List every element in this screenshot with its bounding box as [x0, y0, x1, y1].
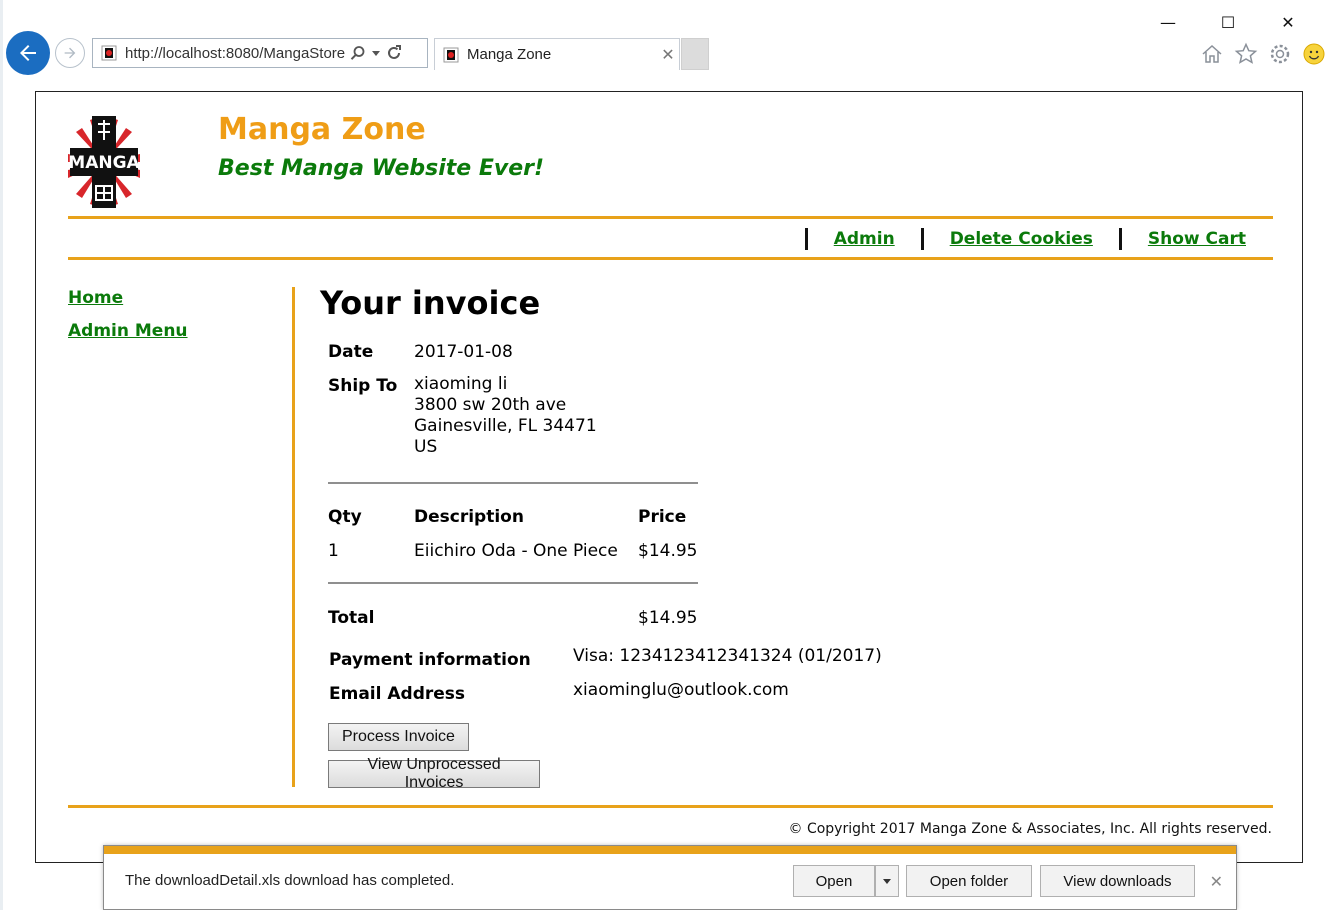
email-label: Email Address [329, 684, 466, 704]
item-description: Eiichiro Oda - One Piece [414, 541, 618, 561]
close-window-button[interactable]: ✕ [1258, 10, 1318, 34]
window-controls: — ☐ ✕ [1138, 10, 1318, 34]
item-qty: 1 [328, 541, 339, 561]
site-tagline: Best Manga Website Ever! [218, 156, 545, 181]
date-value: 2017-01-08 [414, 342, 513, 362]
description-header: Description [414, 507, 524, 527]
home-icon[interactable] [1198, 40, 1226, 68]
ship-to-label: Ship To [328, 376, 398, 396]
open-options-button[interactable] [875, 865, 899, 897]
download-message: The downloadDetail.xls download has comp… [125, 872, 455, 889]
sidebar-item-home[interactable]: Home [68, 288, 188, 308]
url-input[interactable] [125, 44, 347, 62]
section-divider [328, 482, 698, 484]
site-favicon-icon [101, 45, 117, 61]
open-folder-button[interactable]: Open folder [906, 865, 1032, 897]
feedback-smiley-icon[interactable] [1300, 40, 1328, 68]
invoice-content: Your invoice Date 2017-01-08 Ship To xia… [320, 284, 882, 791]
site-title: Manga Zone [218, 112, 426, 147]
view-unprocessed-invoices-button[interactable]: View Unprocessed Invoices [328, 756, 541, 791]
section-divider [328, 582, 698, 584]
site-favicon-icon [443, 47, 459, 62]
logo-text: MANGA [68, 153, 140, 173]
nav-divider [68, 257, 1273, 260]
show-cart-link[interactable]: Show Cart [1122, 229, 1272, 249]
back-button[interactable] [6, 31, 50, 75]
email-value: xiaominglu@outlook.com [573, 680, 789, 700]
notification-accent [104, 846, 1236, 854]
browser-tab[interactable]: Manga Zone ✕ [434, 38, 680, 70]
web-page: MANGA Manga Zone Best Manga Website Ever… [35, 91, 1303, 863]
browser-toolbar [1198, 40, 1328, 68]
total-label: Total [328, 608, 375, 628]
price-header: Price [638, 507, 687, 527]
top-navigation: Admin Delete Cookies Show Cart [804, 228, 1272, 250]
open-button[interactable]: Open [793, 865, 875, 897]
sidebar-item-admin-menu[interactable]: Admin Menu [68, 321, 188, 341]
sidebar-divider [292, 287, 295, 787]
header-divider [68, 216, 1273, 219]
date-label: Date [328, 342, 374, 362]
ship-to-address: xiaoming li 3800 sw 20th ave Gainesville… [414, 374, 597, 458]
refresh-icon[interactable] [383, 42, 405, 64]
payment-label: Payment information [329, 650, 531, 670]
qty-header: Qty [328, 507, 362, 527]
sidebar: Home Admin Menu [68, 288, 188, 354]
view-downloads-button[interactable]: View downloads [1040, 865, 1195, 897]
address-bar[interactable] [92, 38, 428, 68]
close-icon[interactable]: ✕ [1210, 872, 1223, 891]
arrow-left-icon [20, 45, 36, 61]
total-value: $14.95 [638, 608, 698, 628]
delete-cookies-link[interactable]: Delete Cookies [924, 229, 1119, 249]
footer-divider [68, 805, 1273, 808]
address-line: xiaoming li [414, 374, 508, 394]
download-notification: The downloadDetail.xls download has comp… [103, 845, 1237, 910]
maximize-button[interactable]: ☐ [1198, 10, 1258, 34]
address-line: US [414, 437, 438, 457]
new-tab-button[interactable] [681, 38, 709, 70]
item-price: $14.95 [638, 541, 698, 561]
address-line: Gainesville, FL 34471 [414, 416, 597, 436]
favorites-star-icon[interactable] [1232, 40, 1260, 68]
settings-gear-icon[interactable] [1266, 40, 1294, 68]
search-icon[interactable] [347, 42, 369, 64]
payment-value: Visa: 1234123412341324 (01/2017) [573, 646, 882, 666]
minimize-button[interactable]: — [1138, 10, 1198, 34]
page-title: Your invoice [320, 284, 541, 322]
arrow-right-icon [64, 47, 76, 59]
dropdown-icon[interactable] [369, 42, 383, 64]
forward-button[interactable] [55, 38, 85, 68]
footer-copyright: © Copyright 2017 Manga Zone & Associates… [788, 821, 1273, 837]
tab-title: Manga Zone [467, 46, 552, 63]
close-tab-icon[interactable]: ✕ [657, 45, 679, 64]
address-line: 3800 sw 20th ave [414, 395, 567, 415]
manga-logo-icon: MANGA [68, 116, 140, 208]
chevron-down-icon [883, 879, 891, 884]
admin-link[interactable]: Admin [808, 229, 921, 249]
process-invoice-button[interactable]: Process Invoice [328, 723, 469, 751]
window-edge [0, 0, 3, 910]
